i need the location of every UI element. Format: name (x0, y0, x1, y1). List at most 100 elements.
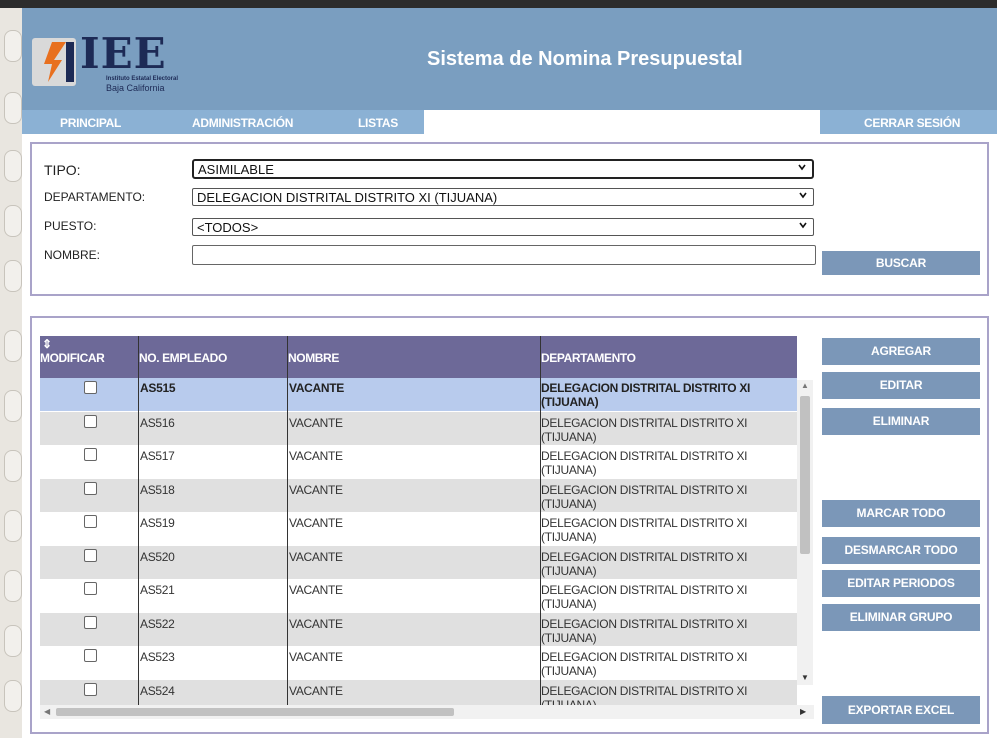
grid-horizontal-scrollbar[interactable]: ◀ ▶ (40, 705, 814, 719)
chevron-down-icon (799, 192, 807, 199)
department-cell: DELEGACION DISTRITAL DISTRITO XI (TIJUAN… (541, 482, 748, 511)
departamento-select[interactable]: DELEGACION DISTRITAL DISTRITO XI (TIJUAN… (192, 188, 814, 206)
background-tile-icon (4, 390, 22, 422)
table-row[interactable]: AS519 VACANTE DELEGACION DISTRITAL DISTRIT… (40, 512, 797, 545)
department-cell: DELEGACION DISTRITAL DISTRITO XI (TIJUAN… (541, 616, 748, 645)
row-checkbox[interactable] (84, 548, 97, 562)
table-row[interactable]: AS517 VACANTE DELEGACION DISTRITAL DISTRIT… (40, 445, 797, 478)
background-tile-icon (4, 450, 22, 482)
nav-item-administracion[interactable]: ADMINISTRACIÓN (192, 116, 293, 130)
logo-subtitle-1: Instituto Estatal Electoral (106, 76, 179, 82)
row-checkbox[interactable] (84, 582, 97, 595)
department-cell: DELEGACION DISTRITAL DISTRITO XI (TIJUAN… (541, 415, 748, 444)
department-cell: DELEGACION DISTRITAL DISTRITO XI (TIJUAN… (541, 449, 748, 477)
results-panel: ⇕ MODIFICAR NO. EMPLEADO NOMBRE DEPARTAM… (30, 316, 989, 734)
editar-periodos-button[interactable]: EDITAR PERIODOS (822, 570, 980, 597)
grid-vertical-scrollbar[interactable]: ▲ ▼ (797, 380, 813, 685)
eliminar-button[interactable]: ELIMINAR (822, 408, 980, 435)
department-cell: DELEGACION DISTRITAL DISTRITO XI (TIJUAN… (541, 650, 748, 678)
row-checkbox[interactable] (84, 615, 97, 629)
column-divider (138, 336, 139, 705)
buscar-button[interactable]: BUSCAR (822, 251, 980, 275)
page: IEE Instituto Estatal Electoral Baja Cal… (22, 8, 997, 738)
background-tile-icon (4, 570, 22, 602)
logout-area: CERRAR SESIÓN (820, 110, 997, 134)
background-strip (0, 0, 22, 738)
background-tile-icon (4, 510, 22, 542)
scroll-up-icon[interactable]: ▲ (801, 381, 809, 390)
scroll-left-icon[interactable]: ◀ (44, 707, 50, 716)
chevron-down-icon (798, 164, 806, 171)
logout-link[interactable]: CERRAR SESIÓN (864, 116, 960, 130)
scroll-down-icon[interactable]: ▼ (801, 673, 809, 682)
table-row[interactable]: AS523 VACANTE DELEGACION DISTRITAL DISTRIT… (40, 646, 797, 679)
editar-button[interactable]: EDITAR (822, 372, 980, 399)
puesto-select-value: <TODOS> (197, 220, 259, 235)
eliminar-grupo-button[interactable]: ELIMINAR GRUPO (822, 604, 980, 631)
column-header-departamento[interactable]: DEPARTAMENTO (541, 351, 636, 365)
tipo-select-value: ASIMILABLE (198, 162, 274, 177)
table-row[interactable]: AS524 VACANTE DELEGACION DISTRITAL DISTRIT… (40, 679, 797, 706)
background-tile-icon (4, 30, 22, 62)
agregar-button[interactable]: AGREGAR (822, 338, 980, 365)
puesto-label: PUESTO: (44, 219, 97, 233)
name-cell: VACANTE (289, 482, 343, 497)
scroll-right-icon[interactable]: ▶ (800, 707, 806, 716)
row-checkbox[interactable] (84, 448, 97, 461)
name-cell: VACANTE (289, 650, 343, 664)
table-row[interactable]: AS520 VACANTE DELEGACION DISTRITAL DISTRIT… (40, 545, 797, 579)
nav-bar: PRINCIPAL ADMINISTRACIÓN LISTAS CERRAR S… (22, 110, 997, 134)
row-checkbox[interactable] (84, 481, 97, 495)
name-cell: VACANTE (289, 683, 343, 698)
column-divider (540, 336, 541, 705)
column-header-no-empleado[interactable]: NO. EMPLEADO (139, 351, 227, 365)
name-cell: VACANTE (289, 415, 343, 430)
column-header-nombre[interactable]: NOMBRE (288, 351, 339, 365)
name-cell: VACANTE (289, 516, 343, 530)
table-row[interactable]: AS518 VACANTE DELEGACION DISTRITAL DISTRIT… (40, 478, 797, 512)
employee-number-cell: AS519 (140, 516, 175, 530)
table-row[interactable]: AS521 VACANTE DELEGACION DISTRITAL DISTRIT… (40, 579, 797, 612)
background-tile-icon (4, 92, 22, 124)
name-cell: VACANTE (289, 616, 343, 631)
employee-number-cell: AS515 (140, 381, 176, 395)
marcar-todo-button[interactable]: MARCAR TODO (822, 500, 980, 527)
row-checkbox[interactable] (84, 414, 97, 428)
row-checkbox[interactable] (84, 381, 97, 394)
puesto-select[interactable]: <TODOS> (192, 218, 814, 236)
background-tile-icon (4, 680, 22, 712)
table-row[interactable]: AS522 VACANTE DELEGACION DISTRITAL DISTRIT… (40, 612, 797, 646)
column-divider (287, 336, 288, 705)
app-header: IEE Instituto Estatal Electoral Baja Cal… (22, 8, 997, 110)
employee-number-cell: AS517 (140, 449, 175, 463)
table-row[interactable]: AS515 VACANTE DELEGACION DISTRITAL DISTRIT… (40, 378, 797, 411)
grid-header: ⇕ MODIFICAR NO. EMPLEADO NOMBRE DEPARTAM… (40, 336, 797, 378)
nav-item-principal[interactable]: PRINCIPAL (60, 116, 121, 130)
nav-item-listas[interactable]: LISTAS (358, 116, 398, 130)
filter-panel: TIPO: ASIMILABLE DEPARTAMENTO: DELEGACIO… (30, 142, 989, 296)
row-checkbox[interactable] (84, 649, 97, 662)
nombre-input[interactable] (192, 245, 816, 265)
tipo-label: TIPO: (44, 162, 81, 178)
department-cell: DELEGACION DISTRITAL DISTRITO XI (TIJUAN… (541, 683, 748, 706)
vertical-scroll-thumb[interactable] (800, 396, 810, 554)
employee-number-cell: AS523 (140, 650, 175, 664)
name-cell: VACANTE (289, 549, 343, 564)
employee-number-cell: AS520 (140, 549, 175, 564)
employee-number-cell: AS521 (140, 583, 175, 597)
name-cell: VACANTE (289, 381, 345, 395)
nav-menu: PRINCIPAL ADMINISTRACIÓN LISTAS (22, 110, 424, 134)
chevron-down-icon (799, 222, 807, 229)
column-header-modificar[interactable]: MODIFICAR (40, 351, 105, 365)
row-checkbox[interactable] (84, 682, 97, 696)
desmarcar-todo-button[interactable]: DESMARCAR TODO (822, 537, 980, 564)
logo-subtitle-2: Baja California (106, 83, 165, 93)
horizontal-scroll-thumb[interactable] (56, 708, 454, 716)
departamento-select-value: DELEGACION DISTRITAL DISTRITO XI (TIJUAN… (197, 190, 498, 205)
row-checkbox[interactable] (84, 515, 97, 528)
name-cell: VACANTE (289, 583, 343, 597)
exportar-excel-button[interactable]: EXPORTAR EXCEL (822, 696, 980, 724)
tipo-select[interactable]: ASIMILABLE (192, 159, 814, 179)
sort-icon[interactable]: ⇕ (42, 337, 52, 351)
table-row[interactable]: AS516 VACANTE DELEGACION DISTRITAL DISTRIT… (40, 411, 797, 445)
